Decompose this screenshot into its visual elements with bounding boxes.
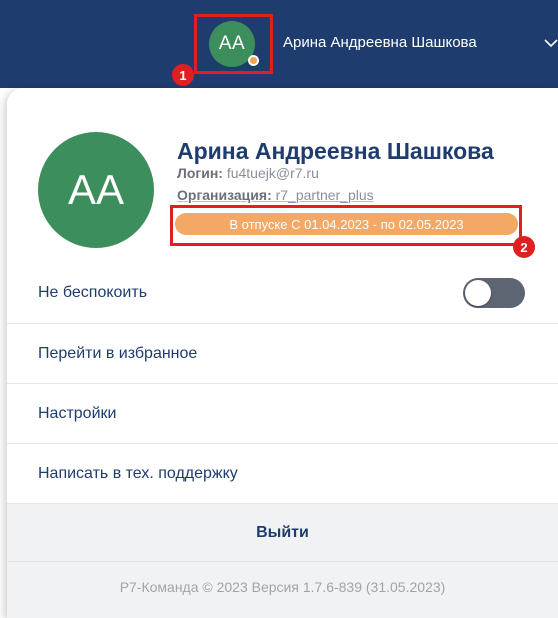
logout-button[interactable]: Выйти [7,504,558,562]
settings-label: Настройки [38,404,117,422]
menu-item-support[interactable]: Написать в тех. поддержку [7,443,558,503]
chevron-down-icon[interactable] [543,35,558,51]
marker-2: 2 [513,236,535,258]
favorites-label: Перейти в избранное [38,344,198,362]
profile-avatar: АА [38,132,154,248]
logout-section: Выйти Р7-Команда © 2023 Версия 1.7.6-839… [7,503,558,618]
do-not-disturb-label: Не беспокоить [38,284,148,301]
toggle-knob [465,280,491,306]
login-label: Логин: [177,165,223,181]
version-footer: Р7-Команда © 2023 Версия 1.7.6-839 (31.0… [119,579,446,595]
profile-organization: Организация: r7_partner_plus [177,187,374,203]
header-user-name[interactable]: Арина Андреевна Шашкова [283,34,477,51]
highlight-box-1 [194,14,273,74]
marker-1: 1 [172,64,194,86]
menu-item-favorites[interactable]: Перейти в избранное [7,323,558,383]
organization-value: r7_partner_plus [275,187,374,203]
profile-full-name: Арина Андреевна Шашкова [177,138,494,164]
top-bar: АА Арина Андреевна Шашкова [0,0,558,88]
profile-menu: АА Арина Андреевна Шашкова Логин: fu4tue… [7,88,558,618]
do-not-disturb-toggle[interactable] [463,278,525,308]
login-value: fu4tuejk@r7.ru [226,165,319,181]
do-not-disturb-row[interactable]: Не беспокоить [7,263,558,323]
support-label: Написать в тех. поддержку [38,464,238,482]
menu-item-settings[interactable]: Настройки [7,383,558,443]
screenshot-frame: АА Арина Андреевна Шашкова АА Арина Андр… [0,0,558,618]
organization-label: Организация: [177,187,272,203]
profile-login: Логин: fu4tuejk@r7.ru [177,165,319,181]
highlight-box-2 [170,205,522,246]
